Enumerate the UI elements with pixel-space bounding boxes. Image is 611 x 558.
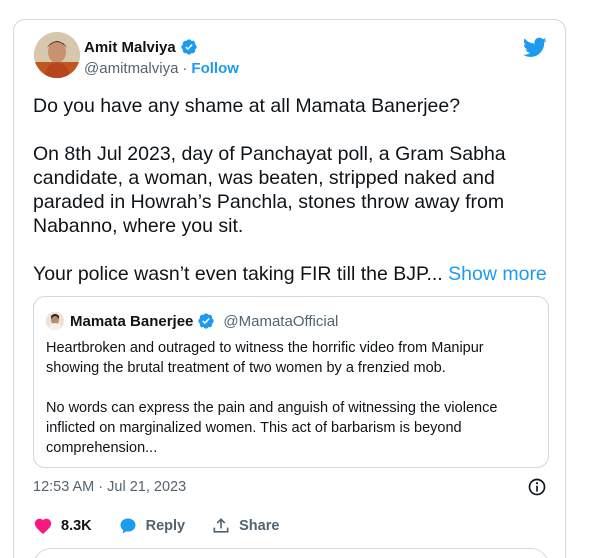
like-count: 8.3K bbox=[61, 518, 92, 534]
tweet-actions: 8.3K Reply Share bbox=[33, 516, 305, 536]
tweet-card: Amit Malviya @amitmalviya · Follow Do yo… bbox=[13, 19, 566, 558]
quoted-author-avatar bbox=[46, 312, 64, 330]
follow-button[interactable]: Follow bbox=[191, 60, 239, 77]
verified-badge-icon bbox=[181, 39, 197, 55]
quoted-paragraph-1: Heartbroken and outraged to witness the … bbox=[46, 340, 484, 376]
verified-badge-icon bbox=[198, 313, 215, 329]
tweet-paragraph-3: Your police wasn’t even taking FIR till … bbox=[33, 262, 553, 286]
quoted-author-name: Mamata Banerjee bbox=[70, 312, 194, 330]
tweet-paragraph-1: Do you have any shame at all Mamata Bane… bbox=[33, 95, 461, 117]
author-name-row[interactable]: Amit Malviya bbox=[84, 38, 198, 56]
share-icon bbox=[213, 518, 229, 533]
separator-dot: · bbox=[182, 60, 188, 77]
reply-label: Reply bbox=[145, 518, 186, 534]
info-icon[interactable] bbox=[527, 477, 547, 497]
quoted-author-handle: @MamataOfficial bbox=[223, 312, 339, 330]
like-button[interactable]: 8.3K bbox=[33, 516, 92, 536]
author-handle[interactable]: @amitmalviya bbox=[84, 60, 178, 77]
quoted-tweet[interactable]: Mamata Banerjee @MamataOfficial Heartbro… bbox=[33, 296, 549, 468]
quoted-author-row: Mamata Banerjee @MamataOfficial bbox=[70, 312, 338, 330]
heart-icon bbox=[34, 518, 52, 535]
show-more-link[interactable]: Show more bbox=[448, 263, 547, 285]
share-button[interactable]: Share bbox=[211, 516, 279, 536]
share-label: Share bbox=[239, 518, 280, 534]
quoted-paragraph-2: No words can express the pain and anguis… bbox=[46, 400, 498, 456]
author-name[interactable]: Amit Malviya bbox=[84, 39, 176, 56]
tweet-timestamp[interactable]: 12:53 AM · Jul 21, 2023 bbox=[33, 479, 186, 495]
twitter-bird-icon[interactable] bbox=[523, 35, 547, 59]
reply-bubble-icon bbox=[120, 518, 136, 534]
tweet-paragraph-3-text: Your police wasn’t even taking FIR till … bbox=[33, 263, 443, 285]
tweet-paragraph-2: On 8th Jul 2023, day of Panchayat poll, … bbox=[33, 143, 506, 237]
read-replies-button[interactable] bbox=[33, 548, 549, 558]
author-avatar[interactable] bbox=[34, 32, 80, 78]
reply-button[interactable]: Reply bbox=[118, 516, 186, 536]
author-handle-row: @amitmalviya · Follow bbox=[84, 60, 239, 77]
